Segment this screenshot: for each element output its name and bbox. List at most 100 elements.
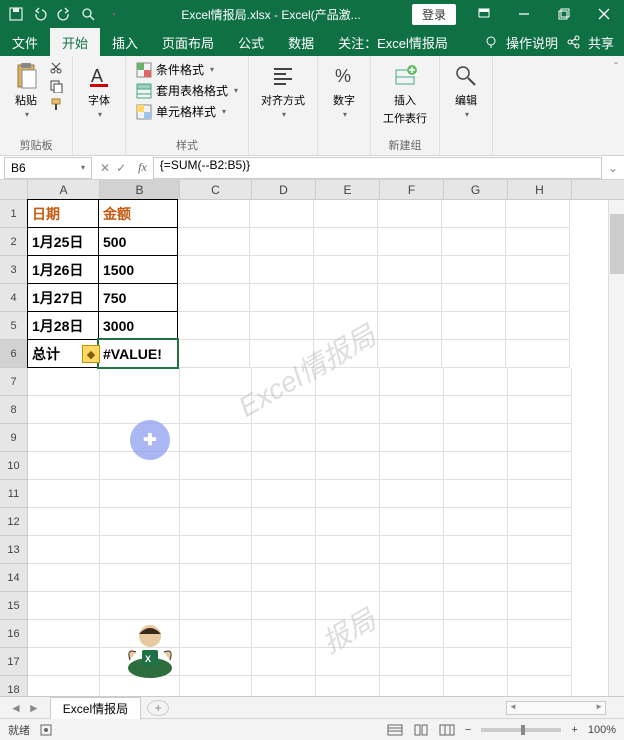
cell[interactable]	[314, 312, 378, 340]
row-header[interactable]: 3	[0, 256, 28, 284]
cell[interactable]	[508, 424, 572, 452]
row-header[interactable]: 1	[0, 200, 28, 228]
cell[interactable]	[180, 424, 252, 452]
redo-icon[interactable]	[56, 6, 72, 22]
row-header[interactable]: 12	[0, 508, 28, 536]
cell[interactable]	[444, 564, 508, 592]
cell[interactable]	[100, 508, 180, 536]
cell[interactable]	[28, 368, 100, 396]
cell[interactable]	[444, 480, 508, 508]
cell[interactable]	[28, 676, 100, 696]
cell[interactable]	[180, 368, 252, 396]
normal-view-icon[interactable]	[387, 724, 403, 736]
print-preview-icon[interactable]	[80, 6, 96, 22]
cell[interactable]: 1月28日	[27, 311, 99, 340]
cell[interactable]	[380, 536, 444, 564]
cell[interactable]: 1月25日	[27, 227, 99, 256]
cell[interactable]	[444, 368, 508, 396]
cell[interactable]	[508, 536, 572, 564]
paste-button[interactable]: 粘贴 ▾	[8, 60, 44, 121]
share-label[interactable]: 共享	[588, 33, 614, 52]
cell[interactable]	[444, 424, 508, 452]
cell[interactable]	[380, 368, 444, 396]
cell[interactable]	[378, 228, 442, 256]
cell[interactable]	[316, 368, 380, 396]
cell[interactable]	[508, 676, 572, 696]
expand-formula-icon[interactable]: ⌄	[602, 161, 624, 175]
new-sheet-button[interactable]: +	[147, 700, 169, 716]
cell[interactable]	[178, 284, 250, 312]
collapse-ribbon-icon[interactable]: ˆ	[608, 56, 624, 155]
cell[interactable]	[316, 480, 380, 508]
cell[interactable]	[28, 564, 100, 592]
format-painter-icon[interactable]	[48, 96, 64, 112]
cell[interactable]	[506, 340, 570, 368]
cell[interactable]	[444, 396, 508, 424]
cell[interactable]	[28, 480, 100, 508]
cell[interactable]	[100, 368, 180, 396]
row-header[interactable]: 5	[0, 312, 28, 340]
undo-icon[interactable]	[32, 6, 48, 22]
cell[interactable]	[250, 284, 314, 312]
cancel-formula-icon[interactable]: ✕	[100, 161, 110, 175]
cell[interactable]	[378, 340, 442, 368]
font-button[interactable]: A 字体 ▾	[81, 60, 117, 121]
cell[interactable]	[380, 648, 444, 676]
row-header[interactable]: 2	[0, 228, 28, 256]
cell[interactable]: 1月27日	[27, 283, 99, 312]
cell[interactable]	[314, 284, 378, 312]
cell[interactable]	[380, 508, 444, 536]
row-header[interactable]: 16	[0, 620, 28, 648]
row-header[interactable]: 9	[0, 424, 28, 452]
cell[interactable]	[250, 256, 314, 284]
cell[interactable]	[252, 536, 316, 564]
number-button[interactable]: %数字▾	[326, 60, 362, 121]
column-header[interactable]: E	[316, 180, 380, 199]
cell[interactable]	[508, 564, 572, 592]
horizontal-scrollbar[interactable]	[506, 701, 606, 715]
tell-me-label[interactable]: 操作说明	[506, 33, 558, 52]
cell[interactable]	[444, 508, 508, 536]
cell[interactable]	[442, 256, 506, 284]
cell[interactable]	[178, 340, 250, 368]
cell[interactable]	[444, 648, 508, 676]
cell[interactable]: 金额	[98, 199, 178, 228]
fx-icon[interactable]: fx	[132, 160, 153, 175]
tab-attention[interactable]: 关注：Excel情报局	[326, 28, 460, 56]
cell[interactable]	[508, 368, 572, 396]
row-header[interactable]: 8	[0, 396, 28, 424]
tab-page-layout[interactable]: 页面布局	[150, 28, 226, 56]
column-header[interactable]: B	[100, 180, 180, 199]
cell[interactable]	[180, 620, 252, 648]
cell[interactable]	[28, 452, 100, 480]
cell[interactable]	[444, 536, 508, 564]
tab-formulas[interactable]: 公式	[226, 28, 276, 56]
cell[interactable]	[444, 452, 508, 480]
cell[interactable]	[252, 564, 316, 592]
cell[interactable]	[506, 200, 570, 228]
cell[interactable]	[314, 228, 378, 256]
cell[interactable]	[250, 228, 314, 256]
cell[interactable]	[380, 592, 444, 620]
cell[interactable]	[250, 200, 314, 228]
cell[interactable]	[314, 256, 378, 284]
cells-area[interactable]: 日期金额1月25日5001月26日15001月27日7501月28日3000总计…	[28, 200, 624, 696]
cell[interactable]	[380, 676, 444, 696]
cell[interactable]	[314, 340, 378, 368]
cell[interactable]	[28, 396, 100, 424]
cell[interactable]	[506, 256, 570, 284]
sheet-nav[interactable]: ◄►	[0, 701, 50, 715]
cell[interactable]	[444, 676, 508, 696]
cell[interactable]	[252, 648, 316, 676]
cell[interactable]	[442, 228, 506, 256]
cell[interactable]	[100, 396, 180, 424]
cell[interactable]	[180, 452, 252, 480]
cell[interactable]	[508, 508, 572, 536]
cell[interactable]	[252, 480, 316, 508]
row-header[interactable]: 11	[0, 480, 28, 508]
lightbulb-icon[interactable]	[484, 35, 498, 49]
cell[interactable]	[316, 592, 380, 620]
cell[interactable]	[178, 200, 250, 228]
cell[interactable]	[28, 536, 100, 564]
sheet-tab[interactable]: Excel情报局	[50, 697, 141, 719]
